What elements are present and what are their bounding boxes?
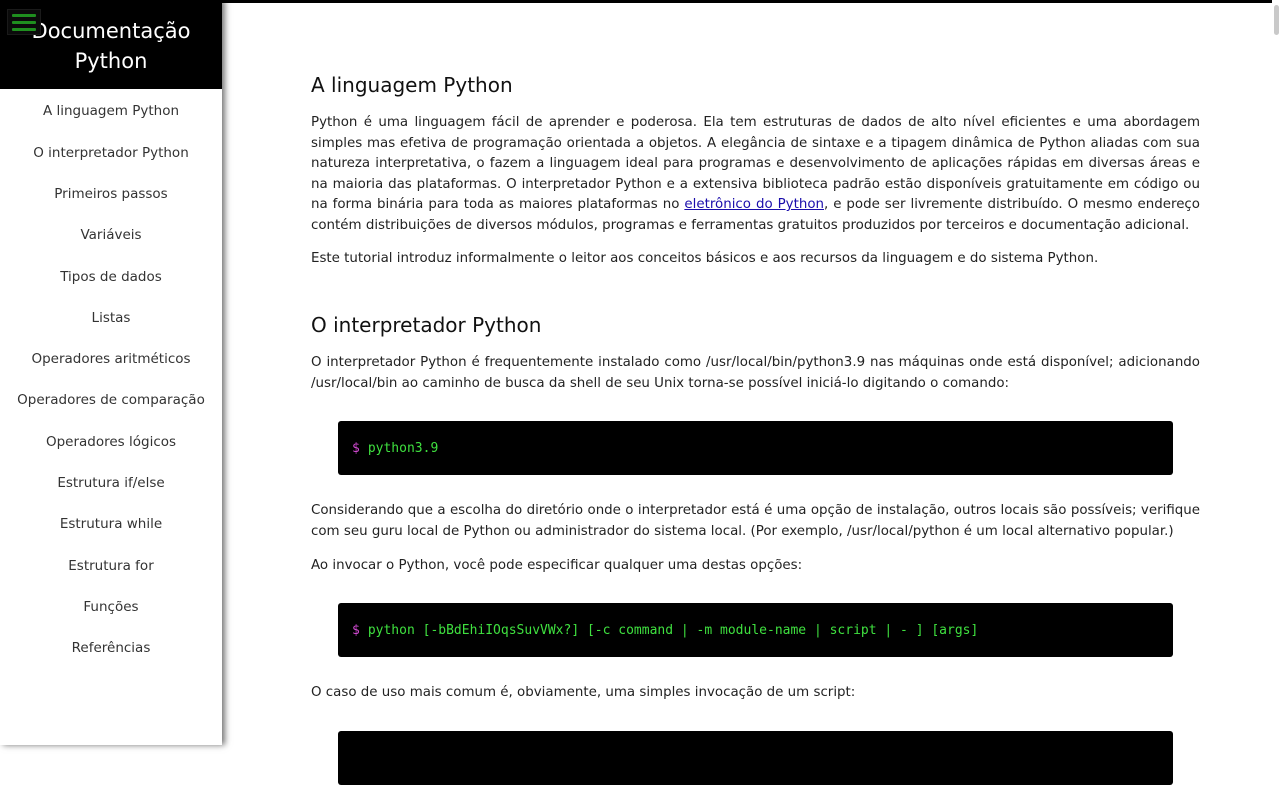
nav-item-referencias[interactable]: Referências — [0, 628, 222, 669]
sidebar: Documentação Python A linguagem Python O… — [0, 0, 222, 745]
code-text: python3.9 — [367, 440, 439, 456]
code-block-script[interactable] — [338, 731, 1173, 785]
section-title-interpretador: O interpretador Python — [311, 313, 542, 337]
paragraph-tutorial: Este tutorial introduz informalmente o l… — [311, 251, 1099, 266]
code-text: python [-bBdEhiIOqsSuvVWx?] [-c command … — [367, 622, 979, 638]
paragraph-intro: Python é uma linguagem fácil de aprender… — [311, 113, 1200, 237]
nav-item-funcoes[interactable]: Funções — [0, 586, 222, 627]
nav-item-interpretador-python[interactable]: O interpretador Python — [0, 132, 222, 173]
nav-item-primeiros-passos[interactable]: Primeiros passos — [0, 173, 222, 214]
code-block-python39[interactable]: $ python3.9 — [338, 421, 1173, 475]
nav-item-if-else[interactable]: Estrutura if/else — [0, 462, 222, 503]
hamburger-line — [12, 13, 36, 17]
section-title-linguagem: A linguagem Python — [311, 73, 513, 97]
nav-item-for[interactable]: Estrutura for — [0, 545, 222, 586]
paragraph-common-use: O caso de uso mais comum é, obviamente, … — [311, 685, 856, 700]
paragraph-interpreter-install: O interpretador Python é frequentemente … — [311, 355, 1200, 391]
hamburger-icon[interactable] — [7, 9, 41, 35]
scrollbar-thumb[interactable] — [1274, 5, 1279, 35]
nav-item-operadores-aritmeticos[interactable]: Operadores aritméticos — [0, 338, 222, 379]
nav-item-variaveis[interactable]: Variáveis — [0, 215, 222, 256]
sidebar-header: Documentação Python — [0, 0, 222, 89]
nav-item-while[interactable]: Estrutura while — [0, 504, 222, 545]
paragraph-directory: Considerando que a escolha do diretório … — [311, 503, 1200, 539]
hamburger-line — [12, 20, 36, 24]
paragraph-options: Ao invocar o Python, você pode especific… — [311, 558, 803, 573]
page-scrollbar[interactable] — [1272, 0, 1280, 745]
nav-item-operadores-logicos[interactable]: Operadores lógicos — [0, 421, 222, 462]
nav-item-linguagem-python[interactable]: A linguagem Python — [0, 89, 222, 132]
nav-item-tipos-de-dados[interactable]: Tipos de dados — [0, 256, 222, 297]
nav-item-listas[interactable]: Listas — [0, 297, 222, 338]
python-site-link[interactable]: eletrônico do Python — [684, 197, 824, 212]
sidebar-nav: A linguagem Python O interpretador Pytho… — [0, 89, 222, 669]
code-block-options[interactable]: $ python [-bBdEhiIOqsSuvVWx?] [-c command… — [338, 603, 1173, 657]
hamburger-line — [12, 27, 36, 31]
shell-prompt: $ — [352, 622, 360, 638]
shell-prompt: $ — [352, 440, 360, 456]
nav-item-operadores-comparacao[interactable]: Operadores de comparação — [0, 380, 222, 421]
